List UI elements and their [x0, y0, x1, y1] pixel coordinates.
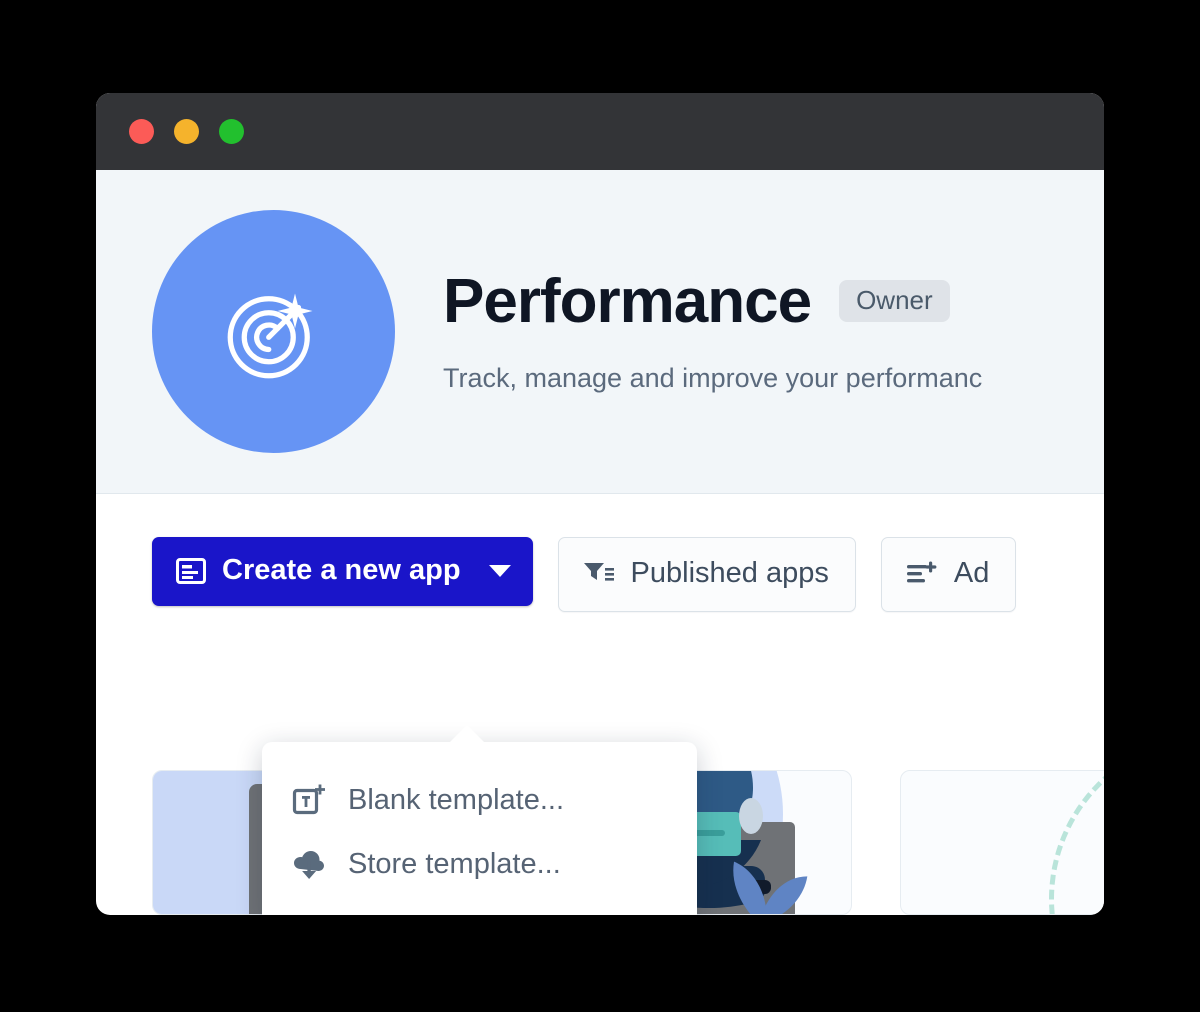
menu-item-label: Blank template...	[348, 783, 564, 816]
create-new-app-label: Create a new app	[222, 554, 461, 586]
app-header-text: Performance Owner Track, manage and impr…	[443, 269, 982, 394]
add-apps-label: Ad	[953, 557, 990, 589]
app-logo	[152, 210, 395, 453]
filter-list-icon	[583, 562, 614, 581]
published-apps-button[interactable]: Published apps	[557, 537, 856, 612]
target-icon	[227, 293, 312, 378]
illustration-dashed-circle	[1049, 771, 1104, 914]
app-window-icon	[176, 557, 206, 584]
window-minimize-button[interactable]	[174, 119, 199, 144]
app-header: Performance Owner Track, manage and impr…	[96, 170, 1104, 494]
window-zoom-button[interactable]	[219, 119, 244, 144]
page-title: Performance	[443, 266, 812, 336]
menu-item-label: Store template...	[348, 847, 561, 880]
role-badge: Owner	[839, 280, 950, 323]
published-apps-label: Published apps	[630, 557, 829, 589]
leaf-icon	[733, 861, 808, 914]
create-app-dropdown-menu: Blank template... Store template...	[262, 725, 697, 915]
browser-window: Performance Owner Track, manage and impr…	[96, 93, 1104, 915]
add-apps-button[interactable]: Ad	[880, 537, 1017, 612]
menu-item-store-template[interactable]: Store template...	[262, 832, 697, 896]
toolbar: Create a new app Published apps Ad	[96, 494, 1104, 612]
chevron-down-icon[interactable]	[488, 564, 511, 577]
app-card-feedback[interactable]	[900, 770, 1104, 915]
create-new-app-button[interactable]: Create a new app	[152, 537, 533, 606]
dropdown-arrow	[449, 725, 485, 743]
page-subtitle: Track, manage and improve your performan…	[443, 362, 983, 393]
window-title-bar	[96, 93, 1104, 170]
menu-item-blank-template[interactable]: Blank template...	[262, 768, 697, 832]
list-plus-icon	[906, 561, 937, 582]
template-add-icon	[292, 784, 325, 815]
window-close-button[interactable]	[129, 119, 154, 144]
cloud-download-icon	[294, 851, 324, 879]
screenshot-stage: Performance Owner Track, manage and impr…	[0, 0, 1200, 1012]
title-row: Performance Owner	[443, 269, 982, 334]
